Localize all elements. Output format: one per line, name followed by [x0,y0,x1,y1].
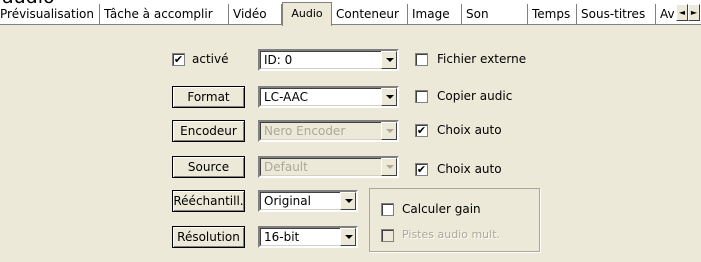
resolution-button[interactable]: Résolution [172,226,245,248]
tab-scroll-buttons: ◄ ► [676,4,701,21]
compute-gain-checkbox[interactable] [381,203,394,216]
track-select[interactable]: ID: 0 [258,49,399,71]
tab-baseline [0,24,701,25]
compute-gain-label: Calculer gain [402,202,481,216]
encoder-auto-checkbox[interactable]: ✔ [415,124,428,137]
tab-sous-titres[interactable]: Sous-titres [581,4,656,24]
chevron-down-icon[interactable] [381,51,397,69]
scroll-right-icon[interactable]: ► [688,4,700,21]
external-file-checkbox[interactable] [415,53,428,66]
enabled-checkbox[interactable]: ✔ [172,53,185,66]
chevron-down-icon[interactable] [381,122,397,140]
tab-temps[interactable]: Temps [532,4,577,24]
format-button[interactable]: Format [172,86,245,108]
encoder-select[interactable]: Nero Encoder [258,120,399,142]
chevron-down-icon[interactable] [340,192,356,210]
chevron-down-icon[interactable] [381,158,397,176]
tab-previsualisation[interactable]: Prévisualisation [0,4,100,24]
tab-audio[interactable]: Audio [282,2,332,26]
source-button[interactable]: Source [172,156,245,178]
chevron-down-icon[interactable] [340,228,356,246]
track-value: ID: 0 [264,53,293,67]
multi-tracks-checkbox[interactable] [381,229,394,242]
encoder-value: Nero Encoder [264,124,346,138]
scroll-left-icon[interactable]: ◄ [676,4,688,21]
format-value: LC-AAC [264,90,309,104]
tab-video[interactable]: Vidéo [233,4,282,24]
copy-audio-label: Copier audic [437,89,513,103]
multi-tracks-label: Pistes audio mult. [402,228,501,241]
enabled-label: activé [192,52,229,66]
resample-value: Original [264,194,311,208]
tab-image[interactable]: Image [412,4,462,24]
gain-groupbox [369,188,540,252]
resample-select[interactable]: Original [258,190,358,212]
source-value: Default [264,160,308,174]
chevron-down-icon[interactable] [381,88,397,106]
source-auto-checkbox[interactable]: ✔ [415,163,428,176]
source-auto-label: Choix auto [437,162,502,176]
external-file-label: Fichier externe [437,52,527,66]
resolution-select[interactable]: 16-bit [258,226,358,248]
tab-conteneur[interactable]: Conteneur [336,4,408,24]
format-select[interactable]: LC-AAC [258,86,399,108]
tab-bar: Prévisualisation Tâche à accomplir Vidéo… [0,2,701,26]
tab-son[interactable]: Son [466,4,528,24]
tab-tache[interactable]: Tâche à accomplir [104,4,229,24]
encoder-button[interactable]: Encodeur [172,120,245,142]
resample-button[interactable]: Rééchantill. [172,190,245,212]
copy-audio-checkbox[interactable] [415,90,428,103]
encoder-auto-label: Choix auto [437,123,502,137]
resolution-value: 16-bit [264,230,300,244]
source-select[interactable]: Default [258,156,399,178]
